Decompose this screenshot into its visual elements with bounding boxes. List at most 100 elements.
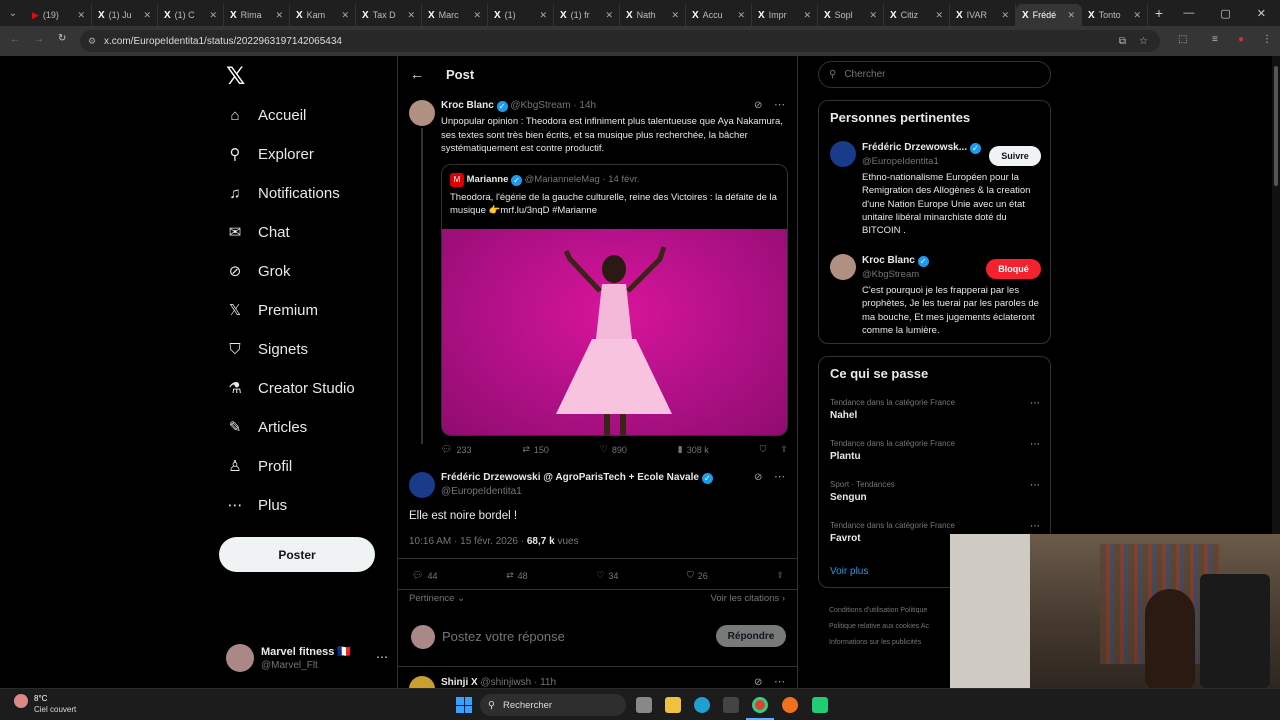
grok-icon[interactable]: ⊘ (754, 677, 762, 688)
author-handle[interactable]: @shinjiwsh (480, 677, 531, 688)
person-name[interactable]: Frédéric Drzewowsk... ✓ (862, 142, 981, 154)
close-icon[interactable]: ✕ (737, 10, 745, 21)
browser-tab[interactable]: X (1) ✕ (488, 4, 554, 26)
person-handle[interactable]: @EuropeIdentita1 (862, 156, 939, 167)
chrome-icon[interactable] (752, 697, 768, 713)
browser-tab[interactable]: X Citiz ✕ (884, 4, 950, 26)
x-logo-icon[interactable]: 𝕏 (226, 62, 245, 91)
close-icon[interactable]: ✕ (473, 10, 481, 21)
reload-icon[interactable]: ↻ (58, 33, 66, 44)
post-time[interactable]: · 11h (534, 677, 556, 688)
repost-button[interactable]: ⇄ 150 (522, 444, 549, 455)
windows-start-icon[interactable] (456, 697, 472, 713)
weather-desc[interactable]: Ciel couvert (34, 705, 76, 714)
file-explorer-icon[interactable] (665, 697, 681, 713)
reply-input[interactable]: Postez votre réponse (442, 629, 565, 644)
trend-item[interactable]: Tendance dans la catégorie France Nahel … (830, 398, 1040, 421)
store-icon[interactable] (723, 697, 739, 713)
more-icon[interactable]: ⋯ (774, 470, 785, 483)
post-time[interactable]: · 14h (573, 100, 596, 111)
bookmark-icon[interactable]: ⛉ (760, 444, 767, 455)
task-view-icon[interactable] (636, 697, 652, 713)
post-photo[interactable] (442, 229, 787, 435)
repost-button[interactable]: ⇄ 48 (506, 570, 528, 581)
star-bookmark-icon[interactable]: ☆ (1139, 36, 1148, 47)
weather-temp[interactable]: 8°C (34, 694, 47, 703)
author-name[interactable]: Frédéric Drzewowski @ AgroParisTech + Ec… (441, 472, 713, 484)
footer-link[interactable]: Informations sur les publicités (829, 639, 921, 646)
close-icon[interactable]: ✕ (1067, 10, 1075, 21)
close-icon[interactable]: ✕ (539, 10, 547, 21)
author-handle[interactable]: @EuropeIdentita1 (441, 486, 522, 497)
trend-item[interactable]: Tendance dans la catégorie France Plantu… (830, 439, 1040, 462)
browser-tab[interactable]: X (1) C ✕ (158, 4, 224, 26)
browser-tab-active[interactable]: X Frédé ✕ (1016, 4, 1082, 26)
more-icon[interactable]: ⋯ (774, 98, 785, 111)
browser-tab[interactable]: X Accu ✕ (686, 4, 752, 26)
avatar[interactable] (830, 254, 856, 280)
browser-tab[interactable]: X Sopl ✕ (818, 4, 884, 26)
tab-list-chevron-icon[interactable]: ⌄ (0, 8, 26, 19)
quoted-post[interactable]: M Marianne ✓ @MarianneleMag · 14 févr. T… (441, 164, 788, 436)
app-icon[interactable] (812, 697, 828, 713)
close-icon[interactable]: ✕ (77, 10, 85, 21)
bookmark-button[interactable]: ⛉ 26 (687, 570, 708, 581)
sidebar-item-notifications[interactable]: ♫ Notifications (226, 184, 339, 202)
more-icon[interactable]: ⋯ (376, 650, 388, 664)
more-icon[interactable]: ⋯ (1030, 480, 1040, 491)
search-input[interactable]: ⚲ Chercher (818, 61, 1051, 88)
media-icon[interactable]: ≡ (1212, 34, 1218, 45)
close-icon[interactable]: ✕ (407, 10, 415, 21)
reply-button[interactable]: 💬︎ 233 (441, 444, 471, 455)
back-arrow-icon[interactable]: ← (10, 34, 20, 45)
browser-tab[interactable]: ▶ (19) ✕ (26, 4, 92, 26)
browser-tab[interactable]: X (1) Ju ✕ (92, 4, 158, 26)
sidebar-item-explorer[interactable]: ⚲ Explorer (226, 145, 314, 164)
install-icon[interactable]: ⧉ (1119, 36, 1126, 47)
browser-tab[interactable]: X Kam ✕ (290, 4, 356, 26)
footer-link[interactable]: Politique (900, 607, 927, 614)
reply-button[interactable]: Répondre (716, 625, 786, 647)
close-icon[interactable]: ✕ (671, 10, 679, 21)
more-icon[interactable]: ⋯ (1030, 439, 1040, 450)
trend-item[interactable]: Sport · Tendances Sengun ⋯ (830, 480, 1040, 503)
scrollbar-thumb[interactable] (1274, 66, 1278, 186)
maximize-icon[interactable]: ▢ (1220, 7, 1230, 20)
author-handle[interactable]: @KbgStream (510, 100, 570, 111)
browser-tab[interactable]: X (1) fr ✕ (554, 4, 620, 26)
grok-icon[interactable]: ⊘ (754, 100, 762, 111)
browser-tab[interactable]: X Marc ✕ (422, 4, 488, 26)
new-tab-plus-icon[interactable]: + (1148, 5, 1170, 21)
views-button[interactable]: ▮ 308 k (678, 444, 709, 455)
sidebar-item-creator-studio[interactable]: ⚗ Creator Studio (226, 379, 354, 398)
avatar[interactable] (830, 141, 856, 167)
browser-tab[interactable]: X IVAR ✕ (950, 4, 1016, 26)
site-info-icon[interactable]: ⚙ (88, 36, 96, 47)
person-handle[interactable]: @KbgStream (862, 269, 919, 280)
close-icon[interactable]: ✕ (1001, 10, 1009, 21)
follow-button[interactable]: Suivre (989, 146, 1041, 166)
grok-icon[interactable]: ⊘ (754, 472, 762, 483)
browser-tab[interactable]: X Impr ✕ (752, 4, 818, 26)
post-button[interactable]: Poster (219, 537, 375, 572)
taskbar-search[interactable]: ⚲ Rechercher (480, 694, 626, 716)
blocked-button[interactable]: Bloqué (986, 259, 1041, 279)
address-bar[interactable]: ⚙ x.com/EuropeIdentita1/status/202296319… (80, 30, 1160, 52)
share-icon[interactable]: ⇪ (780, 444, 788, 455)
back-arrow-icon[interactable]: ← (410, 66, 424, 82)
sidebar-item-articles[interactable]: ✎ Articles (226, 418, 307, 437)
footer-link[interactable]: Ac (921, 623, 929, 630)
browser-menu-icon[interactable]: ⋮ (1262, 34, 1272, 45)
account-switcher[interactable]: Marvel fitness 🇫🇷 @Marvel_Flt ⋯ (226, 644, 396, 674)
extensions-icon[interactable]: ⬚ (1178, 34, 1187, 45)
sidebar-item-grok[interactable]: ⊘ Grok (226, 262, 291, 281)
like-button[interactable]: ♡ 890 (600, 444, 627, 455)
sort-dropdown[interactable]: Pertinence ⌄ (409, 593, 465, 604)
edge-icon[interactable] (694, 697, 710, 713)
like-button[interactable]: ♡ 34 (596, 570, 618, 581)
browser-tab[interactable]: X Rima ✕ (224, 4, 290, 26)
close-icon[interactable]: ✕ (605, 10, 613, 21)
view-quotes-link[interactable]: Voir les citations › (711, 593, 785, 604)
avatar[interactable] (409, 472, 435, 498)
browser-tab[interactable]: X Tax D ✕ (356, 4, 422, 26)
